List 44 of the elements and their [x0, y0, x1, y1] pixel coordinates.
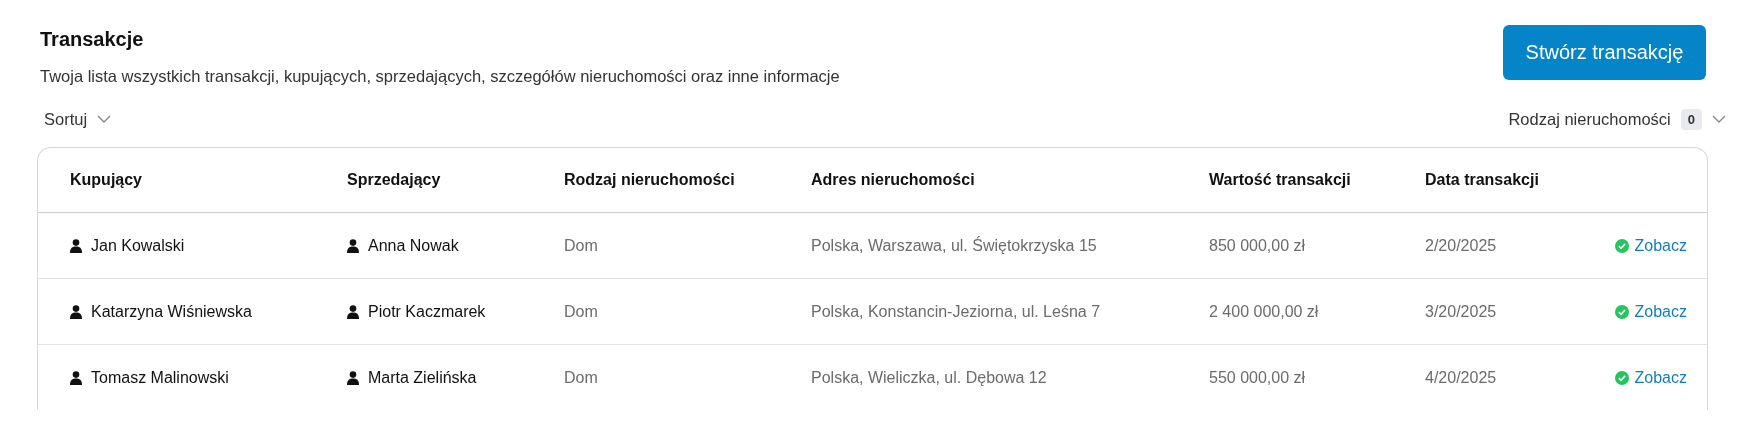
person-icon	[347, 370, 359, 385]
person-icon	[347, 238, 359, 253]
person-icon	[347, 304, 359, 319]
person-icon	[70, 304, 82, 319]
date-cell-text: 4/20/2025	[1425, 368, 1498, 387]
column-header: Adres nieruchomości	[811, 171, 976, 189]
chevron-down-icon	[97, 115, 112, 123]
value-cell-text: 550 000,00 zł	[1209, 368, 1307, 387]
sort-dropdown[interactable]: Sortuj	[44, 109, 112, 129]
value-cell-text: 850 000,00 zł	[1209, 236, 1307, 255]
seller-name: Piotr Kaczmarek	[368, 302, 486, 321]
column-header: Kupujący	[70, 171, 143, 189]
page-title: Transakcje	[40, 27, 145, 51]
buyer-name: Katarzyna Wiśniewska	[91, 302, 252, 321]
column-header: Sprzedający	[347, 171, 442, 189]
buyer-name: Jan Kowalski	[91, 236, 185, 255]
person-icon	[70, 238, 82, 253]
chevron-down-icon	[1712, 115, 1726, 123]
address-cell-text: Polska, Warszawa, ul. Świętokrzyska 15	[811, 236, 1098, 255]
view-link[interactable]: Zobacz	[1614, 368, 1687, 387]
seller-name: Marta Zielińska	[368, 368, 477, 387]
column-header: Wartość transakcji	[1209, 171, 1352, 189]
page-subtitle: Twoja lista wszystkich transakcji, kupujących, sprzedających, szczegółów nieruchomości oraz inne informacje	[40, 67, 840, 86]
property-type-cell-text: Dom	[564, 236, 599, 255]
check-circle-icon	[1614, 304, 1629, 319]
property-type-cell-text: Dom	[564, 302, 599, 321]
seller-name: Anna Nowak	[368, 236, 459, 255]
address-cell-text: Polska, Konstancin-Jeziorna, ul. Leśna 7	[811, 302, 1102, 321]
check-circle-icon	[1614, 370, 1629, 385]
column-header: Data transakcji	[1425, 171, 1540, 189]
create-transaction-button[interactable]: Stwórz transakcję	[1503, 25, 1706, 80]
date-cell-text: 2/20/2025	[1425, 236, 1498, 255]
column-header: Rodzaj nieruchomości	[564, 171, 736, 189]
value-cell-text: 2 400 000,00 zł	[1209, 302, 1320, 321]
filter-count-badge: 0	[1680, 108, 1702, 130]
property-type-cell-text: Dom	[564, 368, 599, 387]
view-link[interactable]: Zobacz	[1614, 302, 1687, 321]
property-type-filter[interactable]: Rodzaj nieruchomości 0	[1508, 108, 1726, 130]
buyer-name: Tomasz Malinowski	[91, 368, 229, 387]
check-circle-icon	[1614, 238, 1629, 253]
address-cell-text: Polska, Wieliczka, ul. Dębowa 12	[811, 368, 1048, 387]
view-link[interactable]: Zobacz	[1614, 236, 1687, 255]
date-cell-text: 3/20/2025	[1425, 302, 1498, 321]
person-icon	[70, 370, 82, 385]
